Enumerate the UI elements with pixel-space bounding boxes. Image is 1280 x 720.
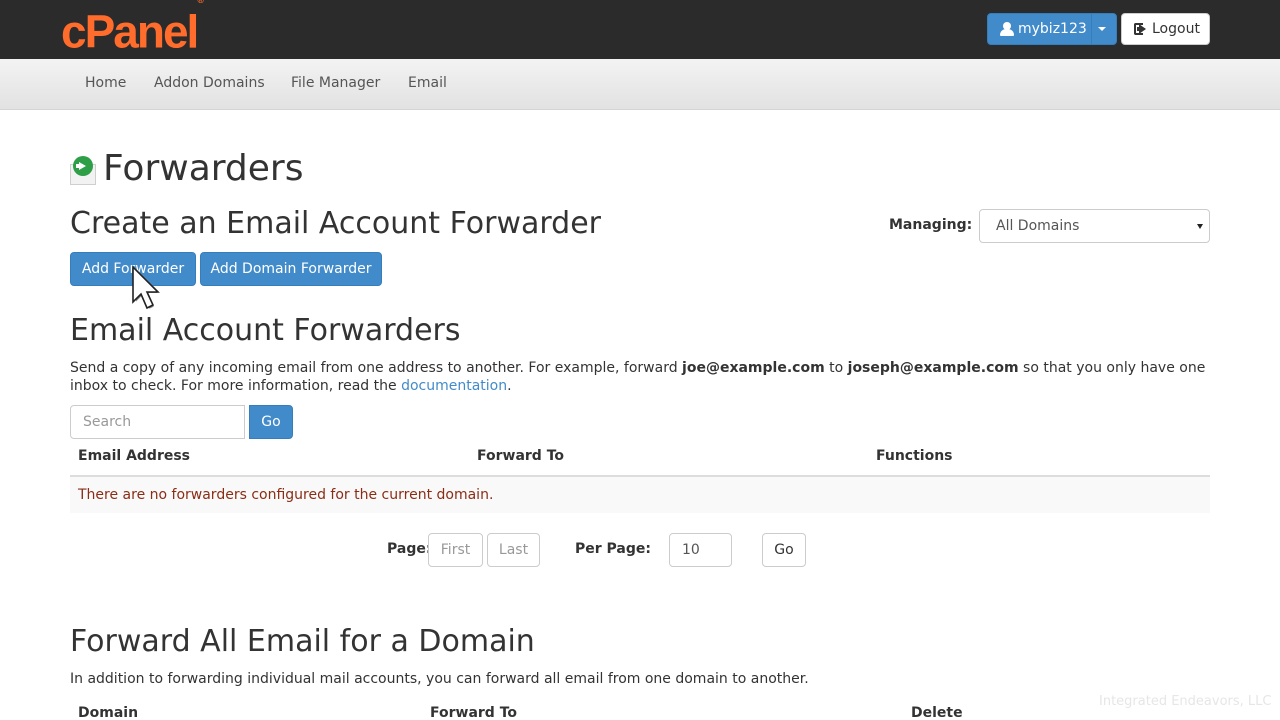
per-page-input[interactable]: 10: [669, 533, 732, 567]
user-menu-button[interactable]: mybiz123: [987, 13, 1117, 45]
nav-file-manager[interactable]: File Manager: [291, 75, 380, 91]
logout-button[interactable]: Logout: [1121, 13, 1210, 45]
account-forwarders-description: Send a copy of any incoming email from o…: [70, 359, 1210, 395]
username-label: mybiz123: [1018, 21, 1087, 37]
managing-label: Managing:: [889, 217, 973, 233]
nav-bar: Home Addon Domains File Manager Email: [0, 59, 1280, 110]
forwarders-icon: [70, 156, 98, 185]
page-label: Page:: [387, 541, 432, 557]
column-functions: Functions: [876, 448, 953, 464]
desc-text-end: .: [507, 378, 512, 394]
managing-select-value: All Domains: [996, 218, 1080, 234]
managing-domain-select[interactable]: All Domains: [979, 209, 1210, 243]
example-email-1: joe@example.com: [682, 360, 825, 376]
example-email-2: joseph@example.com: [847, 360, 1019, 376]
mouse-cursor-icon: [132, 266, 163, 312]
nav-home[interactable]: Home: [85, 75, 126, 91]
create-forwarder-heading: Create an Email Account Forwarder: [70, 206, 602, 241]
column-delete: Delete: [911, 705, 963, 720]
domain-forwarders-description: In addition to forwarding individual mai…: [70, 671, 809, 687]
domain-forwarders-table-header: Domain Forward To Delete: [70, 700, 1210, 720]
forwarders-table-header: Email Address Forward To Functions: [70, 443, 1210, 477]
user-icon: [1000, 22, 1014, 36]
first-page-button[interactable]: First: [428, 533, 483, 567]
column-email-address[interactable]: Email Address: [78, 448, 190, 464]
search-placeholder: Search: [83, 414, 132, 430]
logo-text: cPanel: [61, 5, 199, 58]
empty-table-message: There are no forwarders configured for t…: [70, 477, 1210, 513]
column-domain[interactable]: Domain: [78, 705, 138, 720]
select-arrow-icon: [1197, 224, 1203, 229]
logout-label: Logout: [1152, 21, 1200, 37]
top-bar: cPanel® mybiz123 Logout: [0, 0, 1280, 59]
page-title: Forwarders: [103, 148, 304, 189]
per-page-label: Per Page:: [575, 541, 651, 557]
documentation-link[interactable]: documentation: [401, 378, 507, 394]
cpanel-logo[interactable]: cPanel®: [61, 0, 204, 58]
search-input[interactable]: Search: [70, 405, 245, 439]
caret-down-icon[interactable]: [1098, 27, 1106, 31]
logout-icon: [1134, 22, 1148, 36]
desc-text-2: to: [824, 360, 848, 376]
last-page-button[interactable]: Last: [487, 533, 540, 567]
search-go-button[interactable]: Go: [249, 405, 293, 439]
button-divider: [1091, 14, 1092, 44]
logo-mark: ®: [197, 0, 204, 5]
watermark: Integrated Endeavors, LLC: [1099, 694, 1272, 709]
account-forwarders-heading: Email Account Forwarders: [70, 313, 461, 348]
add-domain-forwarder-button[interactable]: Add Domain Forwarder: [200, 252, 382, 286]
nav-email[interactable]: Email: [408, 75, 447, 91]
per-page-go-button[interactable]: Go: [762, 533, 806, 567]
domain-forwarders-heading: Forward All Email for a Domain: [70, 624, 535, 659]
column-domain-forward-to[interactable]: Forward To: [430, 705, 517, 720]
column-forward-to[interactable]: Forward To: [477, 448, 564, 464]
desc-text-1: Send a copy of any incoming email from o…: [70, 360, 683, 376]
nav-addon-domains[interactable]: Addon Domains: [154, 75, 265, 91]
